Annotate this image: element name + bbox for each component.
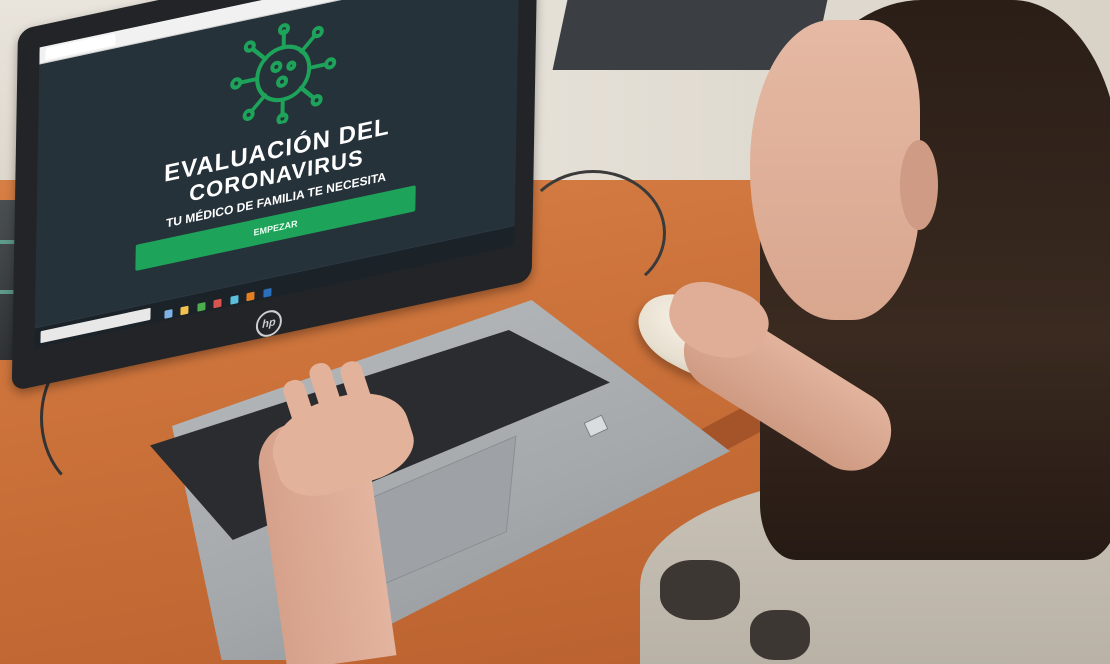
shirt-pattern	[750, 610, 810, 660]
taskbar-search-input[interactable]	[40, 307, 151, 344]
virus-icon	[230, 23, 337, 125]
taskbar-app-icon[interactable]	[213, 298, 222, 309]
browser-tab[interactable]	[45, 33, 116, 61]
taskbar-app-icon[interactable]	[230, 295, 239, 305]
face	[750, 20, 920, 320]
mouse-cable	[520, 170, 666, 296]
taskbar-app-icon[interactable]	[263, 288, 272, 298]
laptop-screen: EVALUACIÓN DEL CORONAVIRUS TU MÉDICO DE …	[34, 0, 520, 349]
ear	[900, 140, 938, 230]
shirt-pattern	[660, 560, 740, 620]
taskbar-app-icon[interactable]	[164, 309, 173, 319]
photo-scene: EVALUACIÓN DEL CORONAVIRUS TU MÉDICO DE …	[0, 0, 1110, 664]
taskbar-app-icon[interactable]	[197, 302, 206, 312]
taskbar-app-icon[interactable]	[246, 291, 255, 302]
taskbar-app-icon[interactable]	[180, 305, 189, 316]
